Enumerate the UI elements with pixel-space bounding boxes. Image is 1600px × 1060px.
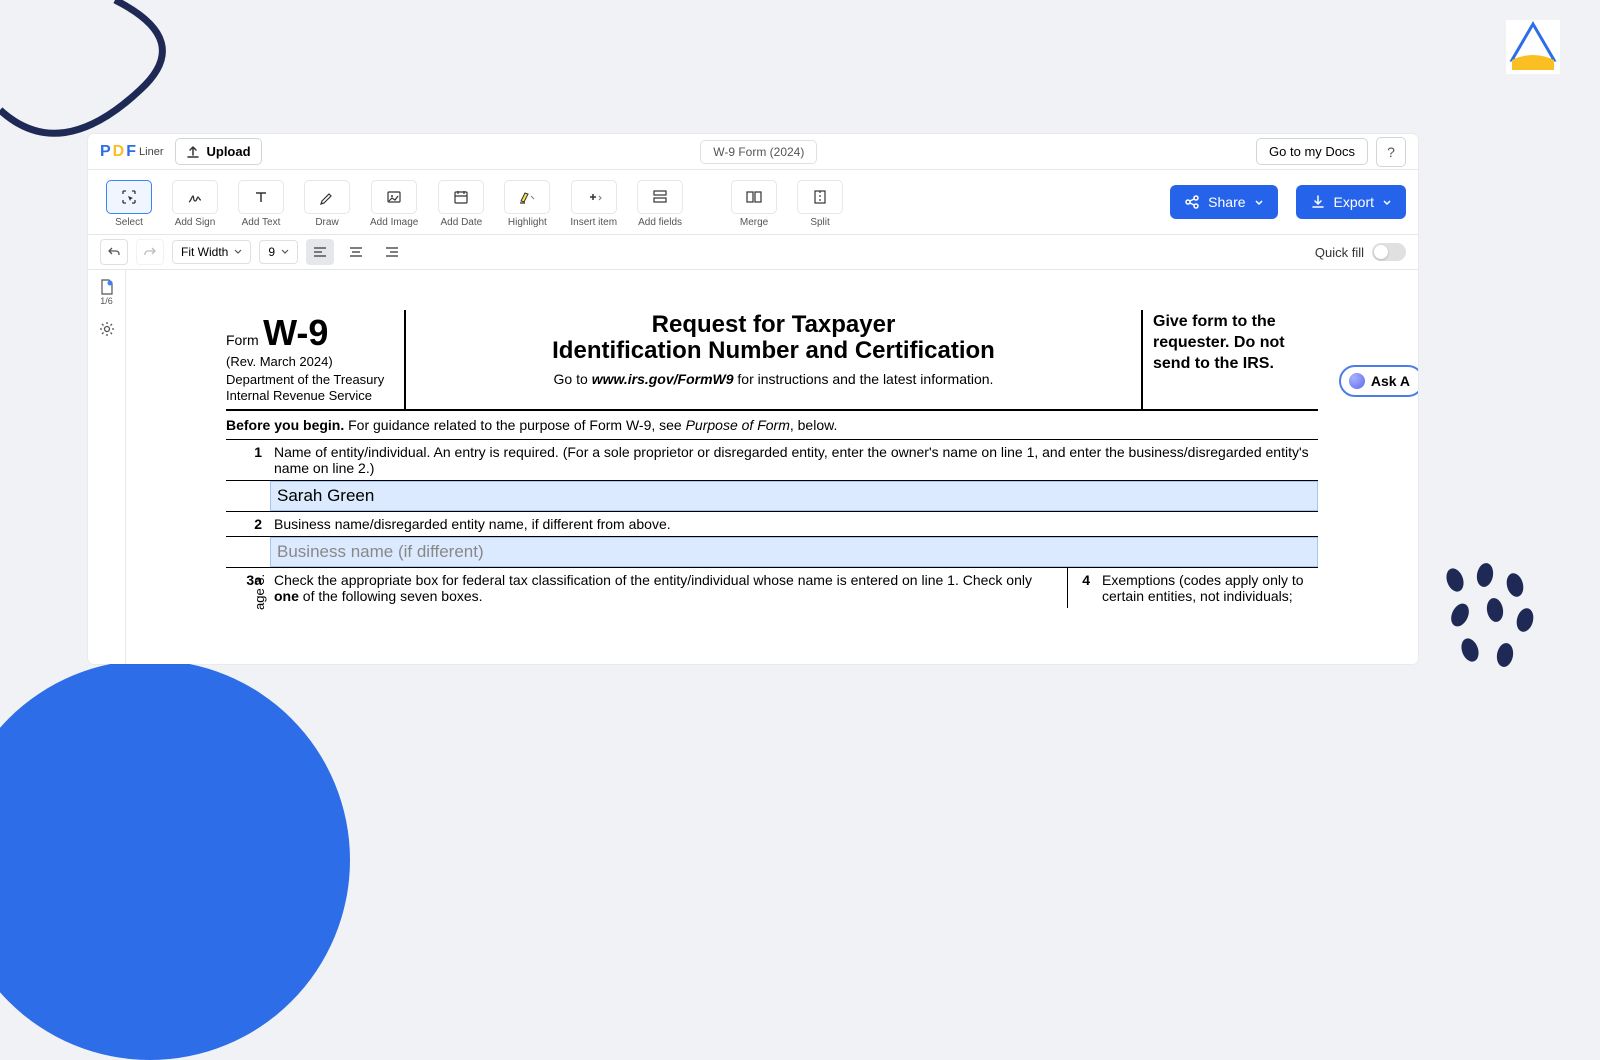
main-toolbar: Select Add Sign Add Text Draw Add Image …	[88, 170, 1418, 234]
upload-icon	[186, 145, 200, 159]
page-icon	[99, 278, 115, 296]
ai-orb-icon	[1349, 373, 1365, 389]
export-button[interactable]: Export	[1296, 185, 1406, 219]
zoom-level-select[interactable]: 9	[259, 240, 298, 264]
decorative-blob	[0, 660, 350, 1060]
app-window: PDFLiner Upload W-9 Form (2024) Go to my…	[88, 134, 1418, 664]
plus-icon	[583, 188, 605, 206]
merge-icon	[745, 188, 763, 206]
tool-merge[interactable]: Merge	[725, 174, 783, 230]
brand-logo-corner	[1506, 20, 1560, 74]
share-icon	[1184, 194, 1200, 210]
topbar: PDFLiner Upload W-9 Form (2024) Go to my…	[88, 134, 1418, 170]
form-header: Form W-9 (Rev. March 2024) Department of…	[226, 310, 1318, 411]
download-icon	[1310, 194, 1326, 210]
align-right-button[interactable]	[378, 239, 406, 265]
chevron-down-icon	[1382, 197, 1392, 207]
decorative-dots	[1440, 560, 1540, 680]
tool-add-date[interactable]: Add Date	[432, 174, 490, 230]
quickfill-toggle-group: Quick fill	[1315, 243, 1406, 261]
chevron-down-icon	[1254, 197, 1264, 207]
draw-icon	[318, 188, 336, 206]
split-icon	[811, 188, 829, 206]
align-left-icon	[313, 246, 327, 258]
name-field[interactable]: Sarah Green	[270, 481, 1318, 511]
chevron-down-icon	[234, 248, 242, 256]
image-icon	[385, 188, 403, 206]
ask-ai-button[interactable]: Ask A	[1339, 365, 1418, 397]
sub-toolbar: Fit Width 9 Quick fill	[88, 234, 1418, 270]
help-button[interactable]: ?	[1376, 137, 1406, 167]
tool-add-fields[interactable]: Add fields	[631, 174, 689, 230]
undo-icon	[107, 245, 121, 259]
align-left-button[interactable]	[306, 239, 334, 265]
align-center-button[interactable]	[342, 239, 370, 265]
text-icon	[252, 188, 270, 206]
before-you-begin: Before you begin. For guidance related t…	[226, 411, 1318, 440]
form-document: Form W-9 (Rev. March 2024) Department of…	[226, 310, 1318, 608]
tool-insert-item[interactable]: Insert item	[564, 174, 623, 230]
form-header-left: Form W-9 (Rev. March 2024) Department of…	[226, 310, 406, 409]
go-to-docs-button[interactable]: Go to my Docs	[1256, 138, 1368, 165]
app-logo: PDFLiner	[100, 143, 163, 161]
form-header-title: Request for Taxpayer Identification Numb…	[406, 310, 1143, 409]
sign-icon	[186, 188, 204, 206]
tool-add-image[interactable]: Add Image	[364, 174, 424, 230]
chevron-down-icon	[281, 248, 289, 256]
upload-button[interactable]: Upload	[175, 138, 261, 165]
tool-draw[interactable]: Draw	[298, 174, 356, 230]
business-name-field[interactable]: Business name (if different)	[270, 537, 1318, 567]
undo-button[interactable]	[100, 239, 128, 265]
align-center-icon	[349, 246, 363, 258]
fields-icon	[651, 188, 669, 206]
quickfill-label: Quick fill	[1315, 245, 1364, 260]
quickfill-toggle[interactable]	[1372, 243, 1406, 261]
form-header-right: Give form to the requester. Do not send …	[1143, 310, 1318, 409]
share-button[interactable]: Share	[1170, 185, 1277, 219]
settings-button[interactable]	[98, 320, 116, 338]
form-line-2: 2 Business name/disregarded entity name,…	[226, 511, 1318, 537]
zoom-mode-select[interactable]: Fit Width	[172, 240, 251, 264]
workspace: 1/6 age 3. Ask A Form W-9 (Rev. March 20…	[88, 270, 1418, 664]
redo-icon	[143, 245, 157, 259]
align-right-icon	[385, 246, 399, 258]
form-line-3: 3a Check the appropriate box for federal…	[226, 567, 1318, 608]
side-page-label: age 3.	[252, 574, 267, 610]
calendar-icon	[452, 188, 470, 206]
tool-select[interactable]: Select	[100, 174, 158, 230]
document-canvas[interactable]: age 3. Ask A Form W-9 (Rev. March 2024) …	[126, 270, 1418, 664]
left-sidebar: 1/6	[88, 270, 126, 664]
tool-add-text[interactable]: Add Text	[232, 174, 290, 230]
redo-button[interactable]	[136, 239, 164, 265]
select-icon	[120, 188, 138, 206]
tool-add-sign[interactable]: Add Sign	[166, 174, 224, 230]
highlight-icon	[516, 188, 538, 206]
tool-highlight[interactable]: Highlight	[498, 174, 556, 230]
document-title-chip[interactable]: W-9 Form (2024)	[700, 140, 817, 164]
gear-icon	[98, 320, 116, 338]
pages-panel-button[interactable]: 1/6	[99, 278, 115, 306]
tool-split[interactable]: Split	[791, 174, 849, 230]
upload-label: Upload	[206, 144, 250, 159]
form-line-1: 1 Name of entity/individual. An entry is…	[226, 440, 1318, 481]
